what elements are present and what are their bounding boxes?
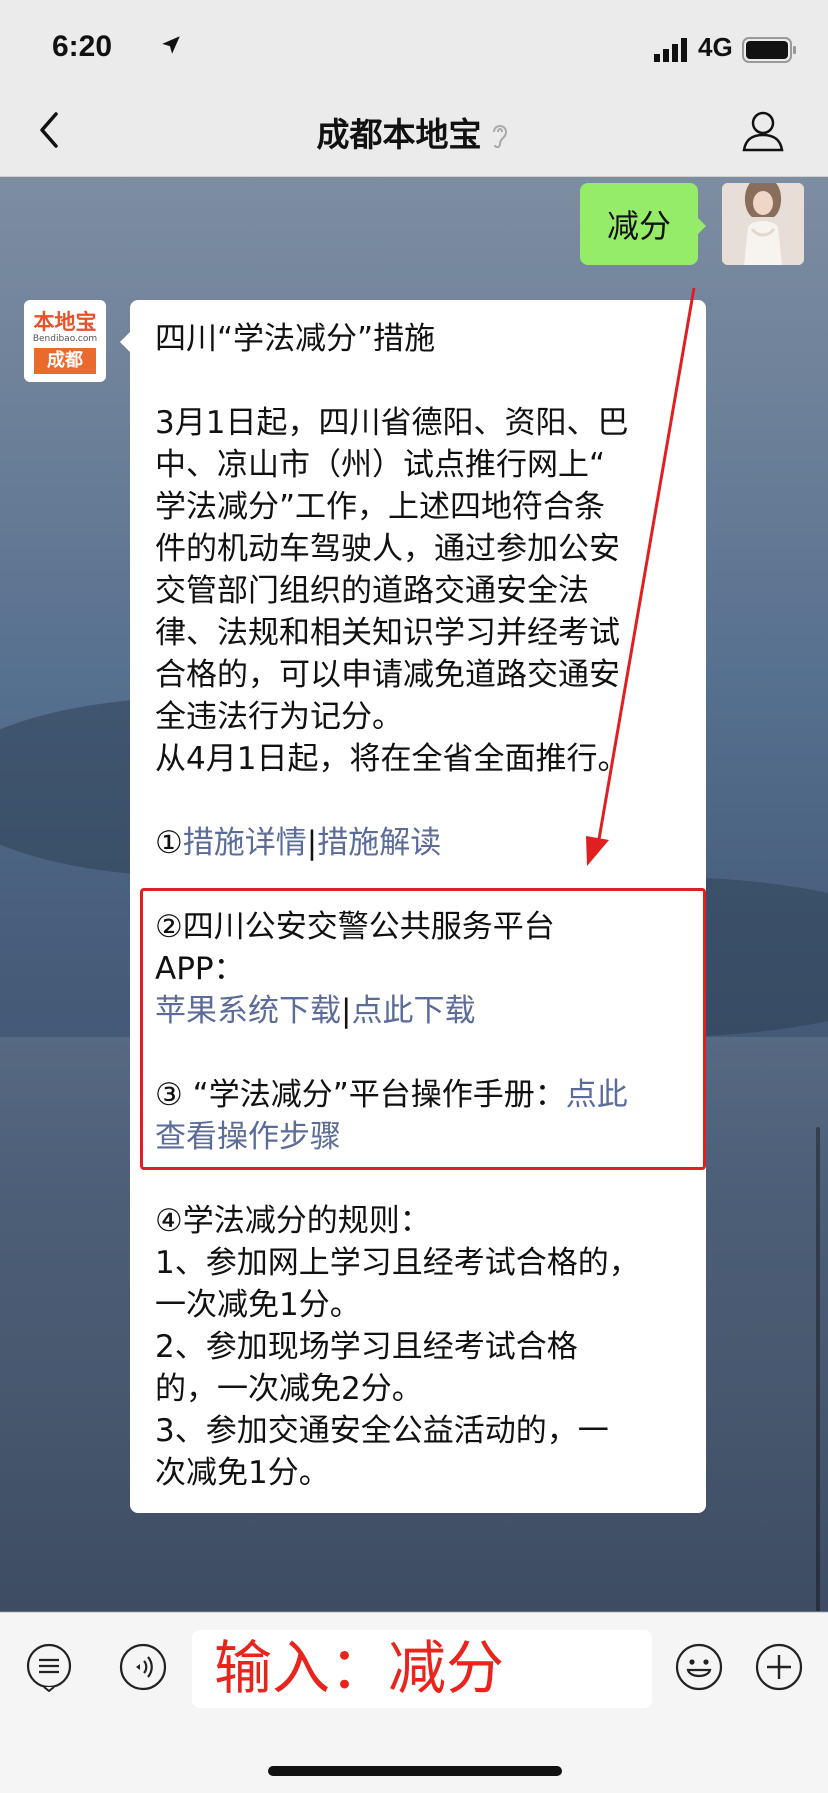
profile-icon[interactable] <box>740 108 786 154</box>
outgoing-bubble-tail <box>696 216 706 236</box>
emoji-icon[interactable] <box>674 1642 724 1692</box>
plus-icon[interactable] <box>754 1642 804 1692</box>
chat-title-text: 成都本地宝 <box>316 115 482 154</box>
rules-line: 3、参加交通安全公益活动的，一 <box>155 1413 609 1449</box>
link-manual-part1[interactable]: 点此 <box>566 1077 628 1113</box>
message-body-line: 全违法行为记分。 <box>155 699 403 735</box>
outgoing-message-text: 减分 <box>606 207 671 245</box>
bot-avatar-domain: Bendibao.com <box>32 334 98 344</box>
status-time: 6:20 <box>52 30 113 63</box>
item-3-line1: ③ “学法减分”平台操作手册：点此 <box>155 1074 695 1116</box>
message-body-line: 合格的，可以申请减免道路交通安 <box>155 657 620 693</box>
location-arrow-icon <box>162 36 180 54</box>
item-3-text: ③ “学法减分”平台操作手册： <box>155 1077 566 1113</box>
rules-line: ④学法减分的规则： <box>155 1203 431 1239</box>
item-2: ②四川公安交警公共服务平台 APP： 苹果系统下载|点此下载 <box>155 906 695 1032</box>
menu-list-icon[interactable] <box>24 1642 74 1692</box>
link-measures-interpretation[interactable]: 措施解读 <box>317 825 441 861</box>
message-body-line: 3月1日起，四川省德阳、资阳、巴 <box>155 405 629 441</box>
battery-icon <box>742 37 796 63</box>
signal-icon <box>654 38 687 62</box>
chat-title: 成都本地宝 <box>0 108 828 156</box>
message-body: 3月1日起，四川省德阳、资阳、巴 中、凉山市（州）试点推行网上“ 学法减分”工作… <box>155 402 695 780</box>
message-body-line: 律、法规和相关知识学习并经考试 <box>155 615 620 651</box>
rules-line: 的，一次减免2分。 <box>155 1371 423 1407</box>
item-2-line1: ②四川公安交警公共服务平台 <box>155 909 555 945</box>
item-1: ①措施详情|措施解读 <box>155 822 695 864</box>
message-input-text: 输入：减分 <box>214 1634 505 1702</box>
link-separator: | <box>306 825 318 861</box>
user-avatar-image <box>722 183 804 265</box>
link-ios-download[interactable]: 苹果系统下载 <box>155 993 341 1029</box>
network-type: 4G <box>698 32 733 62</box>
item-2-links: 苹果系统下载|点此下载 <box>155 990 695 1032</box>
home-indicator[interactable] <box>268 1766 562 1776</box>
message-body-line: 学法减分”工作，上述四地符合条 <box>155 489 606 525</box>
item-1-prefix: ① <box>155 825 183 861</box>
message-body-line: 从4月1日起，将在全省全面推行。 <box>155 741 629 777</box>
rules: ④学法减分的规则： 1、参加网上学习且经考试合格的， 一次减免1分。 2、参加现… <box>155 1200 695 1494</box>
link-separator: | <box>341 993 352 1029</box>
message-title: 四川“学法减分”措施 <box>155 321 436 357</box>
item-3: ③ “学法减分”平台操作手册：点此 查看操作步骤 <box>155 1074 695 1158</box>
outgoing-message-bubble[interactable]: 减分 <box>580 183 698 265</box>
rules-line: 一次减免1分。 <box>155 1287 361 1323</box>
message-body-line: 件的机动车驾驶人，通过参加公安 <box>155 531 620 567</box>
user-avatar[interactable] <box>722 183 804 265</box>
bot-avatar-brand: 本地宝 <box>33 310 97 334</box>
message-body-line: 中、凉山市（州）试点推行网上“ <box>155 447 606 483</box>
ear-icon <box>492 125 507 149</box>
scrollbar[interactable] <box>816 1127 820 1611</box>
message-body-line: 交管部门组织的道路交通安全法 <box>155 573 589 609</box>
top-bar: 6:20 4G 成都本地宝 <box>0 0 828 177</box>
voice-icon[interactable] <box>118 1642 168 1692</box>
rules-line: 1、参加网上学习且经考试合格的， <box>155 1245 640 1281</box>
bot-avatar-city: 成都 <box>34 348 96 374</box>
bot-avatar[interactable]: 本地宝 Bendibao.com 成都 <box>24 300 106 382</box>
link-measures-details[interactable]: 措施详情 <box>183 825 307 861</box>
link-download-here[interactable]: 点此下载 <box>351 993 475 1029</box>
item-2-line2: APP： <box>155 951 245 987</box>
incoming-bubble-tail <box>120 332 130 352</box>
rules-line: 2、参加现场学习且经考试合格 <box>155 1329 578 1365</box>
link-manual-part2[interactable]: 查看操作步骤 <box>155 1116 695 1158</box>
rules-line: 次减免1分。 <box>155 1455 330 1491</box>
